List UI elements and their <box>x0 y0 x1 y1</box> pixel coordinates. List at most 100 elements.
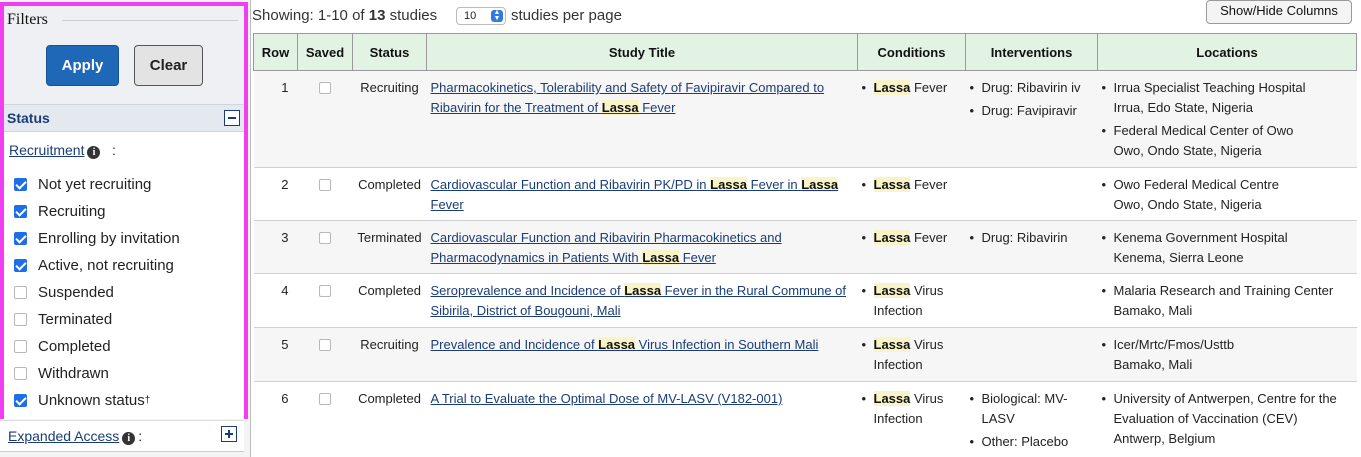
recruitment-option[interactable]: Recruiting <box>14 201 106 221</box>
condition-item: Lassa Fever <box>858 78 966 98</box>
column-header[interactable]: Interventions <box>965 33 1098 71</box>
results-total: 13 <box>368 7 386 24</box>
recruitment-option[interactable]: Withdrawn <box>14 363 109 383</box>
recruitment-checkbox[interactable] <box>14 285 27 299</box>
location-city: Owo, Ondo State, Nigeria <box>1113 197 1262 212</box>
study-title-link[interactable]: A Trial to Evaluate the Optimal Dose of … <box>431 391 783 406</box>
intervention-item: Other: Placebo <box>966 432 1098 452</box>
column-header[interactable]: Locations <box>1097 33 1357 71</box>
study-title-link[interactable]: Cardiovascular Function and Ribavirin Ph… <box>431 230 782 265</box>
recruitment-option[interactable]: Terminated <box>14 309 112 329</box>
locations-cell: Irrua Specialist Teaching Hospital Irrua,… <box>1097 70 1357 168</box>
intervention-item: Drug: Ribavirin <box>966 228 1098 248</box>
expanded-access-colon: : <box>138 428 143 444</box>
recruitment-option[interactable]: Completed <box>14 336 111 356</box>
recruitment-label[interactable]: Recruitment <box>9 142 84 158</box>
location-city: Bamako, Mali <box>1113 357 1193 372</box>
collapse-icon[interactable] <box>224 110 240 126</box>
column-header[interactable]: Status <box>352 33 427 71</box>
recruitment-option-label[interactable]: Completed <box>38 338 111 355</box>
apply-button[interactable]: Apply <box>46 45 119 86</box>
footnote-marker: † <box>144 394 151 406</box>
interventions-cell: Drug: Ribavirin iv Drug: Favipiravir <box>965 70 1098 168</box>
table-header-row: Row Saved Status Study Title Conditions Inter… <box>253 33 1357 71</box>
location-item: Icer/Mrtc/Fmos/Usttb Bamako, Mali <box>1098 335 1357 375</box>
table-row: 6 Completed A Trial to Evaluate the Optima… <box>253 381 1357 457</box>
save-study-checkbox[interactable] <box>319 232 331 244</box>
recruitment-option-label[interactable]: Terminated <box>38 311 112 328</box>
location-city: Bamako, Mali <box>1113 303 1193 318</box>
save-study-checkbox[interactable] <box>319 393 331 405</box>
study-status: Terminated <box>352 220 427 274</box>
text-segment: Fever <box>679 250 716 265</box>
recruitment-checkbox[interactable] <box>14 258 27 272</box>
recruitment-option[interactable]: Suspended <box>14 282 114 302</box>
filters-divider <box>62 20 238 21</box>
recruitment-option[interactable]: Active, not recruiting <box>14 255 174 275</box>
save-study-checkbox[interactable] <box>319 285 331 297</box>
study-title-link[interactable]: Prevalence and Incidence of Lassa Virus … <box>431 337 819 352</box>
results-count-prefix: Showing: 1-10 of <box>252 7 369 24</box>
column-header[interactable]: Saved <box>297 33 353 71</box>
locations-cell: Malaria Research and Training Center Bama… <box>1097 273 1357 328</box>
column-header[interactable]: Conditions <box>857 33 966 71</box>
text-segment: Fever <box>910 177 948 192</box>
table-row: 5 Recruiting Prevalence and Incidence of L… <box>253 327 1357 382</box>
highlighted-term: Lassa <box>598 337 636 352</box>
show-hide-columns-button[interactable]: Show/Hide Columns <box>1206 0 1352 24</box>
study-title-link[interactable]: Cardiovascular Function and Ribavirin PK… <box>431 177 839 212</box>
recruitment-option-label[interactable]: Not yet recruiting <box>38 176 151 193</box>
study-title-link[interactable]: Seroprevalence and Incidence of Lassa Fe… <box>431 283 846 318</box>
recruitment-option-label[interactable]: Withdrawn <box>38 365 109 382</box>
recruitment-option-label[interactable]: Suspended <box>38 284 114 301</box>
recruitment-checkbox[interactable] <box>14 393 27 407</box>
recruitment-checkbox[interactable] <box>14 312 27 326</box>
recruitment-checkbox[interactable] <box>14 339 27 353</box>
info-icon[interactable]: i <box>87 146 101 159</box>
table-row: 1 Recruiting Pharmacokinetics, Tolerabilit… <box>253 70 1357 168</box>
study-title-cell: Prevalence and Incidence of Lassa Virus … <box>426 327 858 382</box>
conditions-cell: Lassa Fever <box>857 167 966 221</box>
recruitment-checkbox[interactable] <box>14 177 27 191</box>
save-study-checkbox[interactable] <box>319 339 331 351</box>
location-item: University of Antwerpen, Centre for the … <box>1098 389 1357 449</box>
text-segment: A Trial to Evaluate the Optimal Dose of … <box>430 391 783 406</box>
status-section-header[interactable]: Status <box>4 104 244 132</box>
per-page-select[interactable]: 10 ▲ ▼ <box>456 7 506 25</box>
recruitment-link[interactable]: Recruitment i <box>9 142 101 159</box>
recruitment-option-label[interactable]: Unknown status <box>38 392 145 409</box>
location-facility: Irrua Specialist Teaching Hospital <box>1113 80 1306 95</box>
location-item: Kenema Government Hospital Kenema, Sierra… <box>1098 228 1357 268</box>
recruitment-checkbox[interactable] <box>14 231 27 245</box>
column-header[interactable]: Study Title <box>426 33 858 71</box>
highlighted-term: Lassa <box>873 391 911 406</box>
recruitment-option[interactable]: Enrolling by invitation <box>14 228 180 248</box>
condition-item: Lassa Virus Infection <box>858 389 966 429</box>
locations-cell: Owo Federal Medical Centre Owo, Ondo Stat… <box>1097 167 1357 221</box>
location-facility: Malaria Research and Training Center <box>1113 283 1334 298</box>
recruitment-option-label[interactable]: Enrolling by invitation <box>38 230 180 247</box>
recruitment-option-label[interactable]: Active, not recruiting <box>38 257 174 274</box>
expanded-access-label[interactable]: Expanded Access <box>8 428 119 444</box>
recruitment-option-label[interactable]: Recruiting <box>38 203 106 220</box>
recruitment-option[interactable]: Unknown status † <box>14 390 150 410</box>
clear-button[interactable]: Clear <box>134 45 203 86</box>
recruitment-checkbox[interactable] <box>14 366 27 380</box>
text-segment: Virus Infection in Southern Mali <box>635 337 819 352</box>
column-header[interactable]: Row <box>253 33 298 71</box>
table-body: 1 Recruiting Pharmacokinetics, Tolerabilit… <box>253 70 1357 457</box>
study-title-cell: Cardiovascular Function and Ribavirin Ph… <box>426 220 858 274</box>
expanded-access-link[interactable]: Expanded Access i: <box>8 428 142 445</box>
recruitment-option[interactable]: Not yet recruiting <box>14 174 151 194</box>
info-icon[interactable]: i <box>122 432 136 445</box>
expand-icon[interactable] <box>221 426 237 442</box>
text-segment: Fever <box>638 100 676 115</box>
recruitment-checkbox[interactable] <box>14 204 27 218</box>
save-study-checkbox[interactable] <box>319 82 331 94</box>
highlighted-term: Lassa <box>873 177 911 192</box>
filters-sidebar: Filters Apply Clear Status Recruitment i … <box>0 0 250 457</box>
save-study-checkbox[interactable] <box>319 179 331 191</box>
highlighted-term: Lassa <box>601 100 639 115</box>
study-title-link[interactable]: Pharmacokinetics, Tolerability and Safet… <box>431 80 824 115</box>
study-title-cell: A Trial to Evaluate the Optimal Dose of … <box>426 381 858 457</box>
